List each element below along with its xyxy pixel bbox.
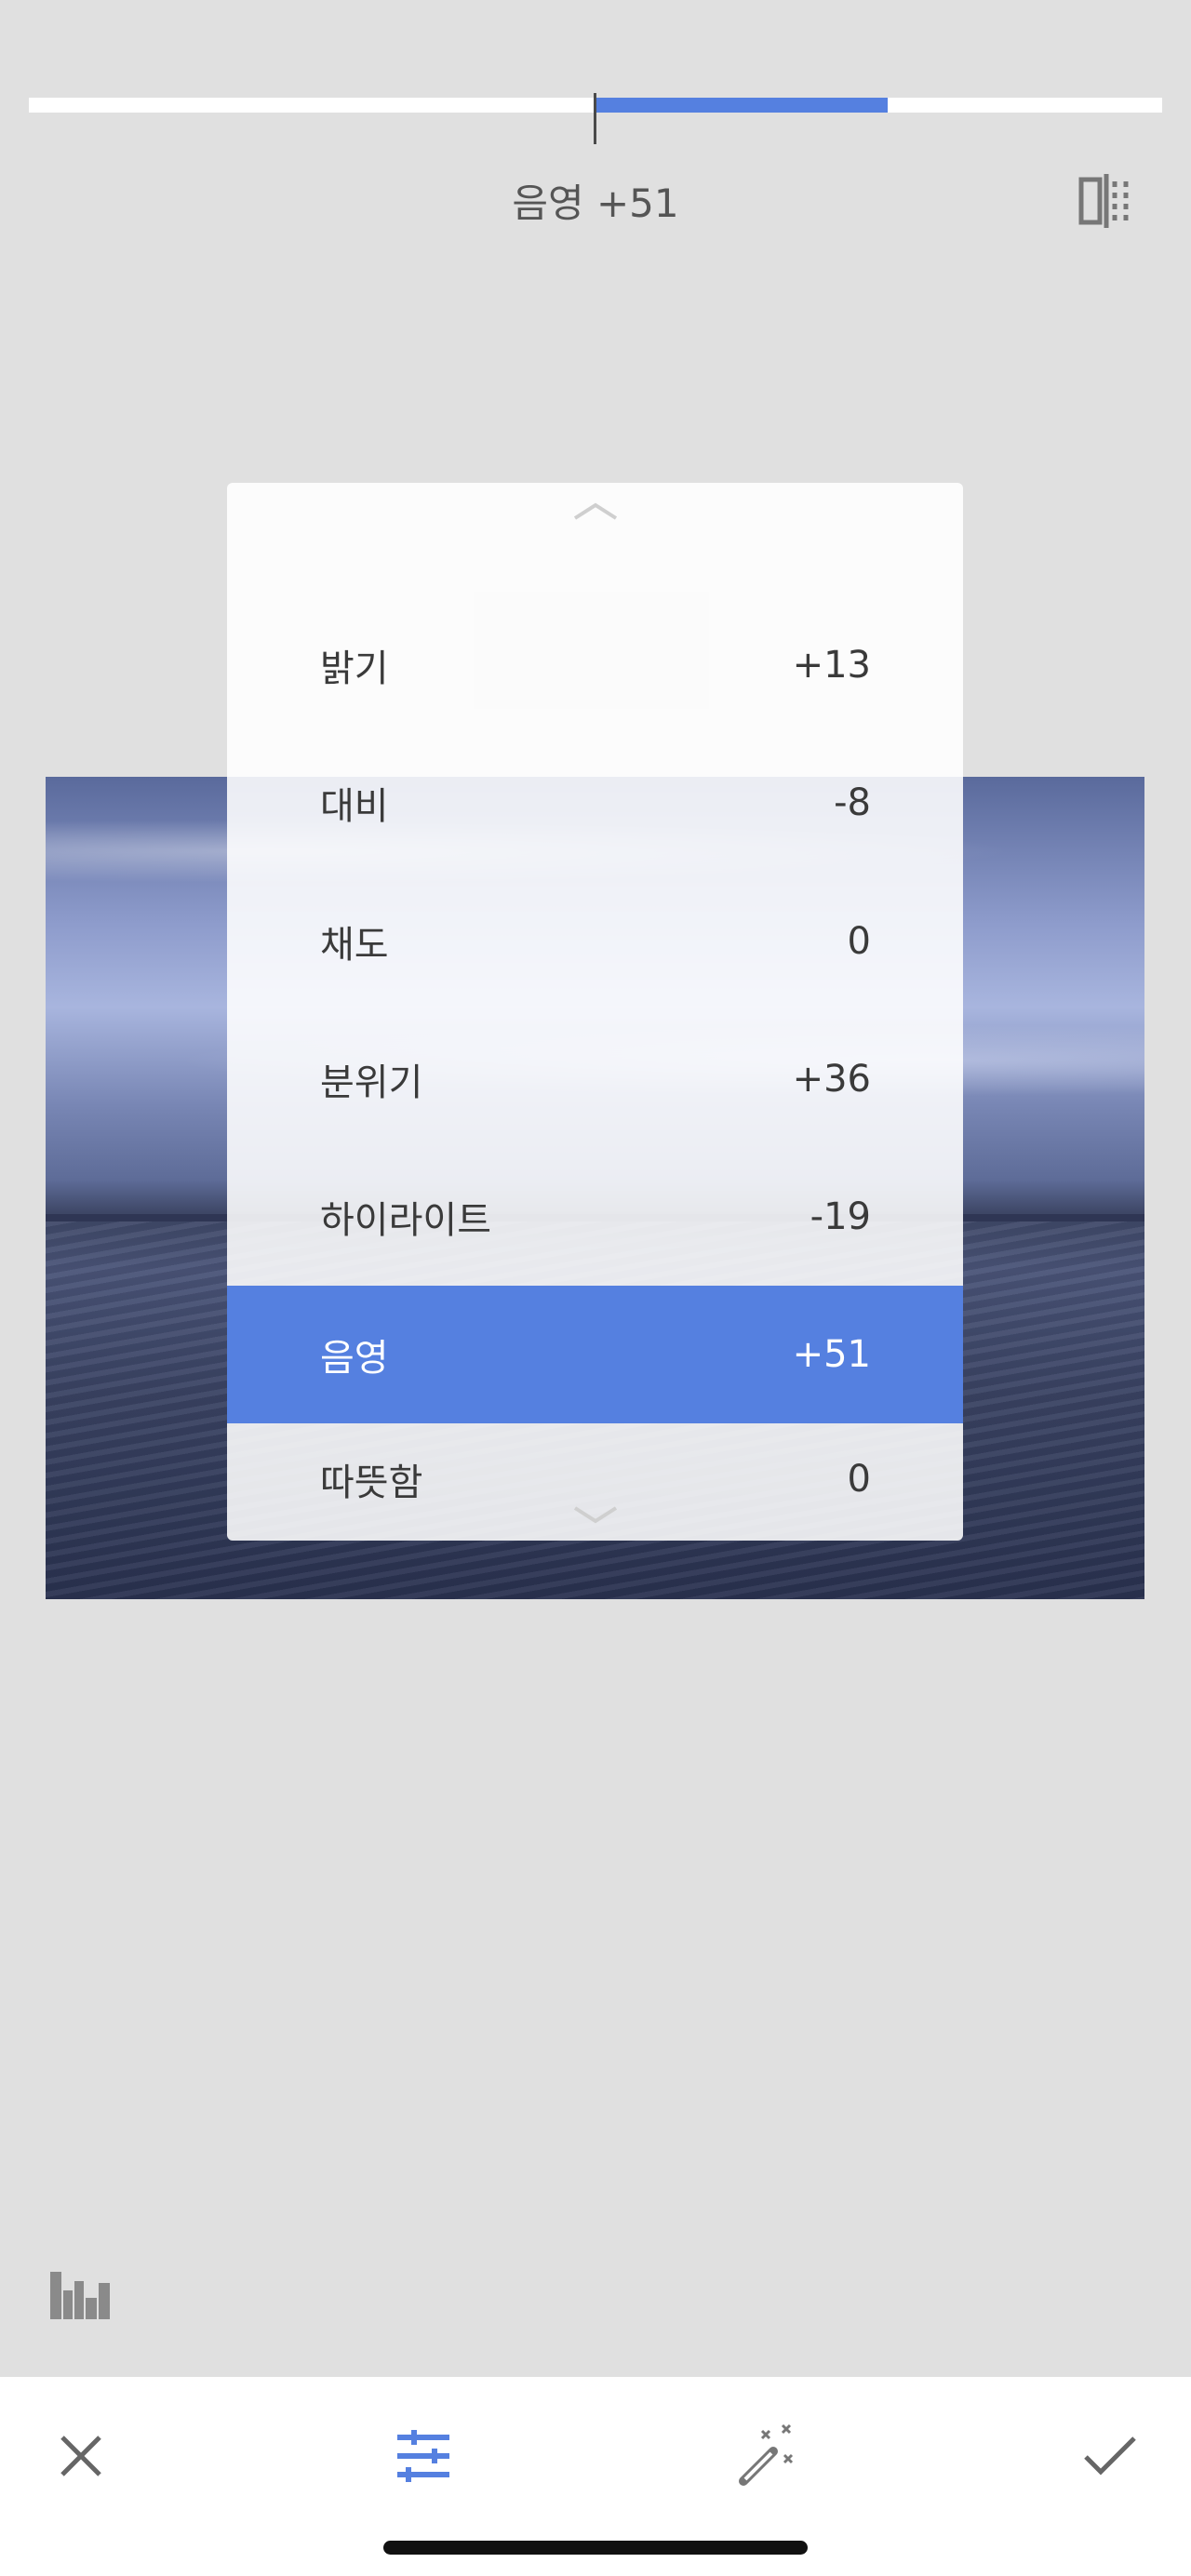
menu-item-value: 0 <box>847 920 871 963</box>
menu-item-value: -8 <box>834 781 871 824</box>
menu-item-contrast[interactable]: 대비 -8 <box>227 734 963 872</box>
menu-item-saturation[interactable]: 채도 0 <box>227 873 963 1010</box>
scroll-down-indicator <box>227 1497 963 1534</box>
menu-item-value: +36 <box>792 1058 871 1101</box>
histogram-icon <box>50 2272 110 2319</box>
menu-item-label: 밝기 <box>320 647 389 690</box>
scroll-up-indicator <box>227 492 963 529</box>
sliders-icon <box>397 2430 449 2482</box>
current-parameter-readout: 음영 +51 <box>512 180 679 226</box>
menu-item-shadows[interactable]: 음영 +51 <box>227 1286 963 1423</box>
auto-enhance-button[interactable] <box>729 2423 804 2489</box>
adjust-tool-button[interactable] <box>386 2423 461 2489</box>
checkmark-icon <box>1084 2436 1136 2476</box>
adjustment-slider-fill <box>595 98 888 113</box>
compare-button[interactable] <box>1077 172 1135 230</box>
adjustment-slider-center-marker <box>594 93 596 144</box>
menu-item-value: +13 <box>792 644 871 687</box>
menu-item-label: 채도 <box>320 924 389 967</box>
menu-item-value: 0 <box>847 1458 871 1501</box>
menu-item-label: 분위기 <box>320 1061 423 1104</box>
histogram-button[interactable] <box>48 2270 114 2321</box>
cancel-button[interactable] <box>44 2423 118 2489</box>
menu-item-highlights[interactable]: 하이라이트 -19 <box>227 1148 963 1286</box>
adjustment-menu[interactable]: 밝기 +13 대비 -8 채도 0 분위기 +36 하이라이트 -19 음영 +… <box>227 483 963 1541</box>
compare-icon <box>1078 174 1129 228</box>
menu-item-ambiance[interactable]: 분위기 +36 <box>227 1010 963 1148</box>
menu-item-label: 대비 <box>320 785 389 828</box>
menu-item-label: 음영 <box>320 1337 389 1380</box>
menu-item-value: +51 <box>792 1333 871 1376</box>
close-icon <box>60 2436 101 2476</box>
chevron-up-icon <box>573 502 617 520</box>
chevron-down-icon <box>573 1506 617 1524</box>
menu-item-value: -19 <box>810 1195 871 1238</box>
apply-button[interactable] <box>1073 2423 1147 2489</box>
menu-item-brightness[interactable]: 밝기 +13 <box>227 596 963 734</box>
menu-item-label: 하이라이트 <box>320 1199 491 1242</box>
home-indicator[interactable] <box>383 2541 808 2555</box>
magic-wand-icon <box>739 2423 794 2486</box>
